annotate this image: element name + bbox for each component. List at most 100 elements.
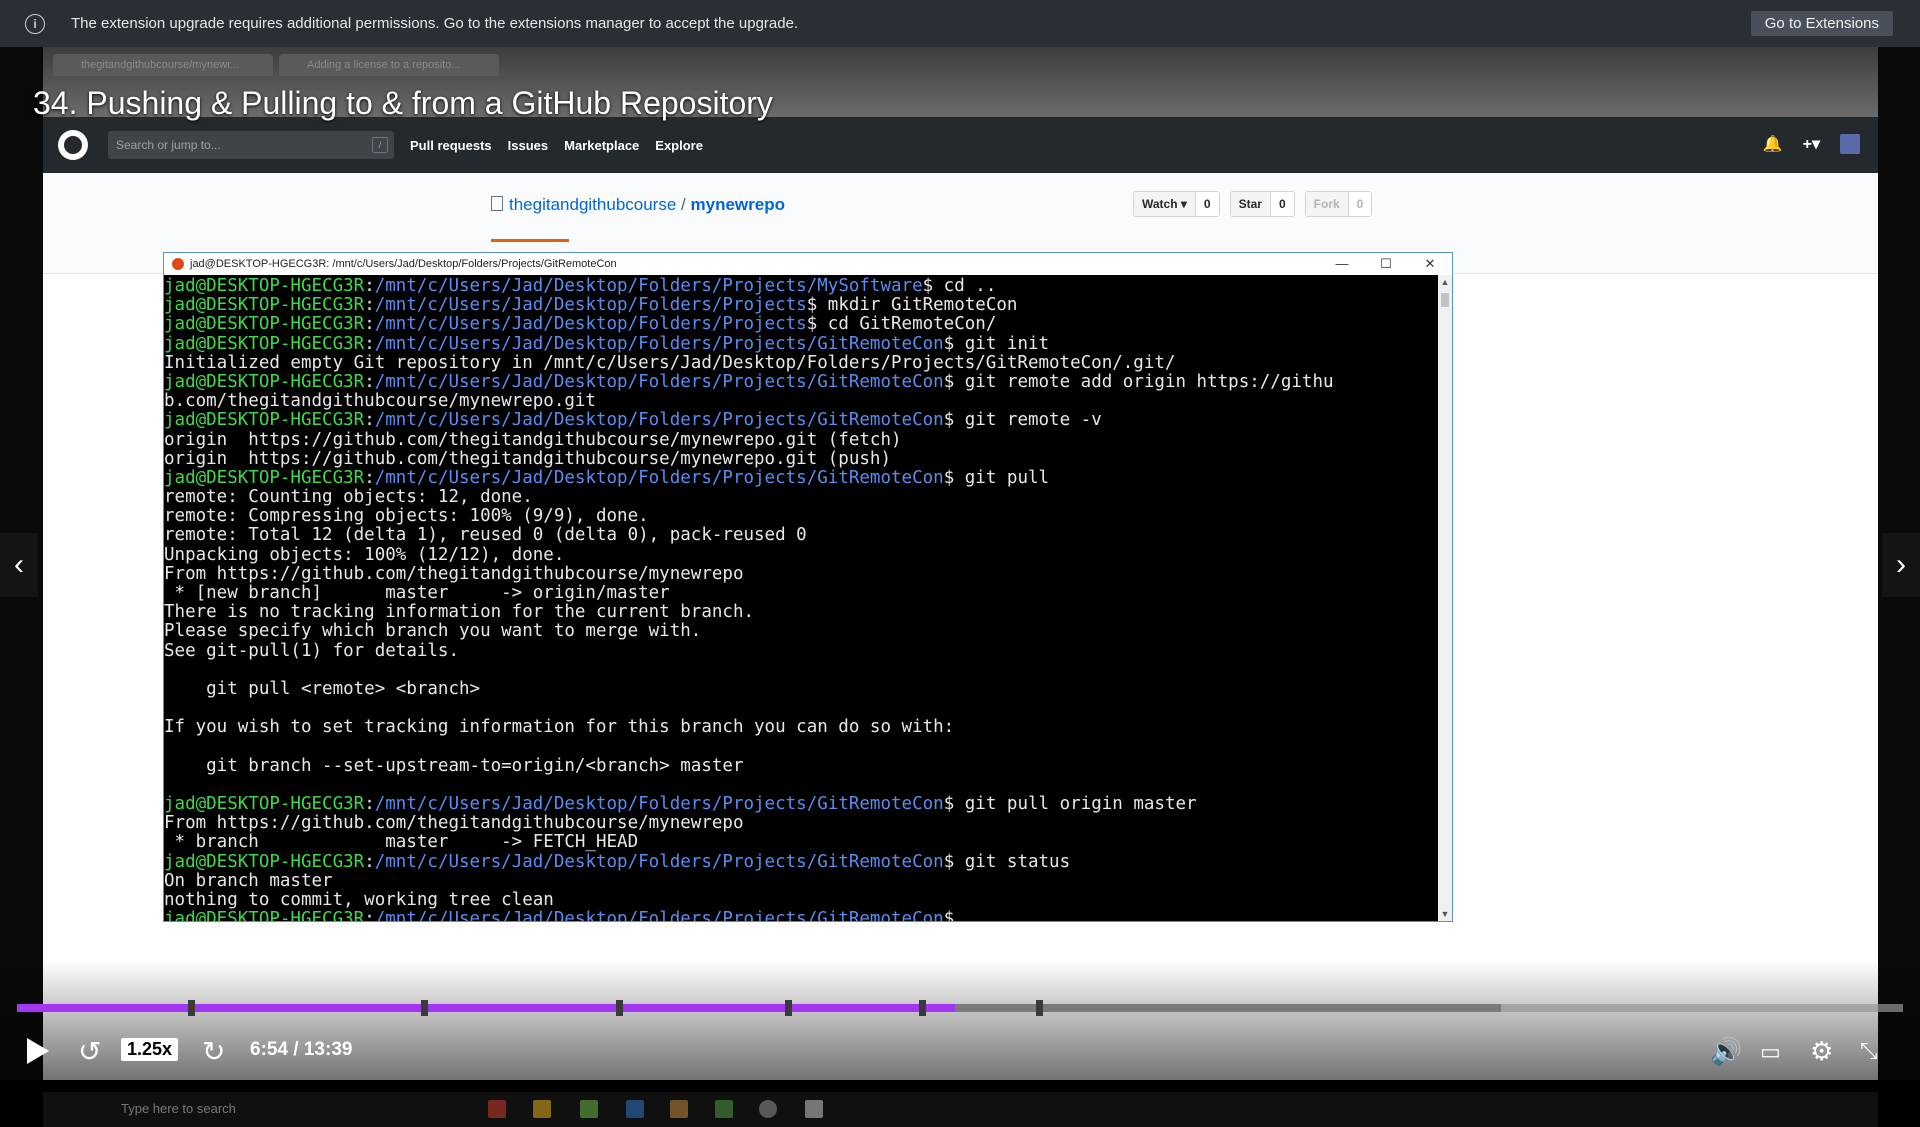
- settings-gear-icon[interactable]: ⚙: [1810, 1036, 1833, 1067]
- terminal-line: See git-pull(1) for details.: [164, 640, 460, 661]
- terminal-line: From https://github.com/thegitandgithubc…: [164, 813, 744, 834]
- terminal-line: nothing to commit, working tree clean: [164, 890, 554, 910]
- chapter-marker: [421, 1000, 429, 1016]
- progress-fill: [17, 1004, 956, 1012]
- avatar: [1840, 134, 1860, 154]
- terminal-line: jad@DESKTOP-HGECG3R:/mnt/c/Users/Jad/Des…: [164, 910, 1438, 921]
- prompt-command: $ cd GitRemoteCon/: [806, 314, 997, 335]
- forward-icon[interactable]: ↻: [202, 1035, 225, 1068]
- repo-separator: /: [681, 195, 686, 214]
- repo-book-icon: [491, 196, 503, 211]
- prompt-path: /mnt/c/Users/Jad/Desktop/Folders/Project…: [374, 851, 944, 872]
- prompt-user: jad@DESKTOP-HGECG3R: [164, 295, 365, 316]
- go-to-extensions-button[interactable]: Go to Extensions: [1750, 11, 1893, 36]
- terminal-line: remote: Counting objects: 12, done.: [164, 487, 533, 508]
- browser-tab: Adding a license to a reposito...: [279, 54, 499, 76]
- terminal-line: Please specify which branch you want to …: [164, 621, 702, 642]
- github-logo-icon: [58, 130, 88, 160]
- prompt-user: jad@DESKTOP-HGECG3R: [164, 851, 365, 872]
- nav-pull-requests: Pull requests: [410, 137, 492, 153]
- terminal-output: jad@DESKTOP-HGECG3R:/mnt/c/Users/Jad/Des…: [164, 275, 1438, 921]
- progress-bar[interactable]: [17, 1000, 1903, 1016]
- bell-icon: 🔔: [1762, 136, 1783, 153]
- rewind-icon[interactable]: ↺: [78, 1035, 101, 1068]
- fork-button: Fork 0: [1304, 191, 1373, 217]
- prompt-user: jad@DESKTOP-HGECG3R: [164, 794, 365, 815]
- chapter-marker: [187, 1000, 195, 1016]
- sourcetree-icon: [580, 1100, 598, 1118]
- player-controls: ↺ 1.25x ↻ 6:54 / 13:39 🔊 ▭ ⚙ ⤡: [0, 1030, 1920, 1070]
- scroll-up-icon: ▲: [1440, 277, 1450, 287]
- prompt-user: jad@DESKTOP-HGECG3R: [164, 467, 365, 488]
- prompt-command: $ cd ..: [922, 276, 997, 296]
- terminal-title: jad@DESKTOP-HGECG3R: /mnt/c/Users/Jad/De…: [190, 258, 617, 270]
- sublime-icon: [670, 1100, 688, 1118]
- terminal-line: Unpacking objects: 100% (12/12), done.: [164, 544, 565, 565]
- chapter-marker: [1036, 1000, 1044, 1016]
- prompt-user: jad@DESKTOP-HGECG3R: [164, 314, 365, 335]
- nav-issues: Issues: [507, 137, 549, 153]
- star-label: Star: [1230, 192, 1271, 216]
- prompt-path: /mnt/c/Users/Jad/Desktop/Folders/Project…: [374, 909, 944, 921]
- github-nav-actions: 🔔 +▾: [1763, 134, 1860, 154]
- next-lecture-button[interactable]: ›: [1882, 533, 1920, 597]
- terminal-line: git branch --set-upstream-to=origin/<bra…: [164, 755, 744, 776]
- github-search-placeholder: Search or jump to...: [116, 138, 221, 152]
- prompt-path: /mnt/c/Users/Jad/Desktop/Folders/Project…: [374, 371, 944, 392]
- folder-icon: [533, 1100, 551, 1118]
- captions-icon[interactable]: ▭: [1760, 1039, 1781, 1065]
- terminal-line: If you wish to set tracking information …: [164, 717, 955, 738]
- chapter-marker: [919, 1000, 927, 1016]
- terminal-line: * [new branch] master -> origin/master: [164, 583, 670, 603]
- notepad-icon: [715, 1100, 733, 1118]
- repo-name: mynewrepo: [690, 195, 785, 214]
- chapter-marker: [785, 1000, 793, 1016]
- maximize-icon: ☐: [1380, 256, 1392, 271]
- prompt-command: $ mkdir GitRemoteCon: [806, 295, 1018, 316]
- repo-title: thegitandgithubcourse / mynewrepo: [491, 195, 785, 215]
- minimize-icon: —: [1335, 256, 1349, 271]
- chapter-marker: [615, 1000, 623, 1016]
- close-icon: ✕: [1424, 256, 1436, 271]
- prompt-command: $ git init: [943, 333, 1050, 354]
- nav-explore: Explore: [655, 137, 703, 153]
- exit-fullscreen-icon[interactable]: ⤡: [1860, 1038, 1878, 1064]
- terminal-line: There is no tracking information for the…: [164, 602, 755, 623]
- terminal-line: * branch master -> FETCH_HEAD: [164, 832, 639, 853]
- terminal-line: jad@DESKTOP-HGECG3R:/mnt/c/Users/Jad/Des…: [164, 851, 1071, 872]
- terminal-line: origin https://github.com/thegitandgithu…: [164, 429, 902, 450]
- browser-tab: thegitandgithubcourse/mynewr...: [53, 54, 273, 76]
- previous-lecture-button[interactable]: ‹: [0, 533, 38, 597]
- extension-notification-bar: i The extension upgrade requires additio…: [0, 0, 1920, 47]
- info-icon: i: [25, 13, 45, 34]
- github-search-input: Search or jump to... /: [108, 131, 394, 159]
- volume-icon[interactable]: 🔊: [1710, 1036, 1742, 1067]
- star-count: 0: [1270, 192, 1294, 216]
- chrome-icon: [488, 1100, 506, 1118]
- watch-button: Watch ▾ 0: [1133, 191, 1220, 217]
- prompt-path: /mnt/c/Users/Jad/Desktop/Folders/Project…: [374, 467, 944, 488]
- prompt-path: /mnt/c/Users/Jad/Desktop/Folders/Project…: [374, 794, 944, 815]
- window-controls: — ☐ ✕: [1320, 253, 1452, 275]
- lecture-title: 34. Pushing & Pulling to & from a GitHub…: [33, 85, 773, 121]
- video-player[interactable]: thegitandgithubcourse/mynewr... Adding a…: [0, 47, 1920, 1127]
- play-button[interactable]: [27, 1038, 49, 1064]
- playback-speed-button[interactable]: 1.25x: [121, 1038, 179, 1061]
- terminal-line: jad@DESKTOP-HGECG3R:/mnt/c/Users/Jad/Des…: [164, 794, 1197, 815]
- terminal-line: Initialized empty Git repository in /mnt…: [164, 352, 1176, 373]
- repo-owner: thegitandgithubcourse: [509, 195, 677, 214]
- terminal-line: remote: Total 12 (delta 1), reused 0 (de…: [164, 525, 807, 546]
- terminal-titlebar: jad@DESKTOP-HGECG3R: /mnt/c/Users/Jad/De…: [164, 253, 1452, 275]
- search-shortcut-key: /: [372, 137, 388, 153]
- star-button: Star 0: [1229, 191, 1295, 217]
- watch-count: 0: [1195, 192, 1219, 216]
- prompt-path: /mnt/c/Users/Jad/Desktop/Folders/Project…: [374, 410, 944, 431]
- taskbar-search: Type here to search: [121, 1101, 236, 1116]
- fork-count: 0: [1348, 192, 1372, 216]
- scroll-thumb: [1441, 293, 1449, 307]
- prompt-command: $ git pull origin master: [943, 794, 1197, 815]
